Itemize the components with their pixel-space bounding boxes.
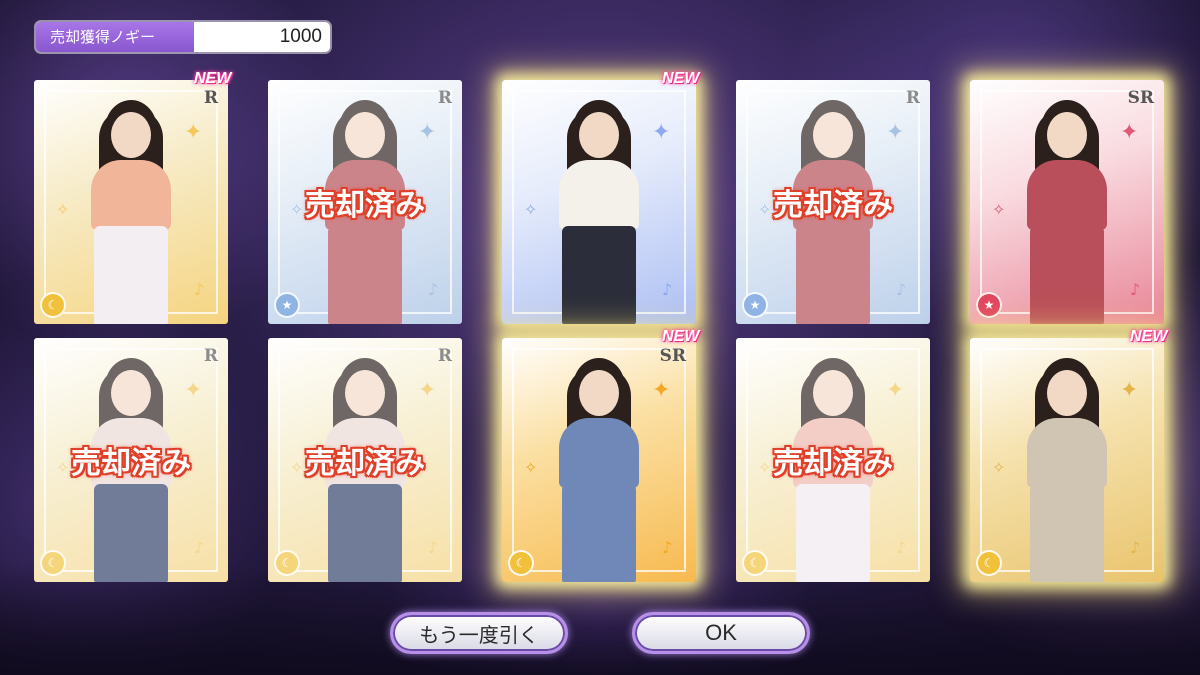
new-badge: NEW: [662, 328, 700, 345]
sparkle-icon: ✧: [992, 200, 1006, 219]
sell-gain-value: 1000: [279, 26, 322, 47]
outfit-bottom: [562, 226, 636, 324]
sold-label: 売却済み: [305, 446, 425, 481]
gacha-card[interactable]: ✦ ✧ ♪ R ★ 売却済み: [736, 80, 930, 324]
star-icon: ★: [976, 292, 1002, 318]
sold-label: 売却済み: [773, 188, 893, 223]
sparkle-icon: ✦: [1120, 378, 1139, 403]
outfit-top: [559, 160, 639, 230]
sell-gain-panel: 売却獲得ノギー 1000: [36, 22, 330, 52]
face: [1047, 370, 1087, 416]
ok-button[interactable]: OK: [632, 612, 810, 654]
gacha-card[interactable]: ✦ ✧ ♪ ☾ 売却済み: [736, 338, 930, 582]
gacha-card[interactable]: ✦ ✧ ♪ ☾: [970, 338, 1164, 582]
outfit-bottom: [562, 484, 636, 582]
music-note-icon: ♪: [1130, 280, 1141, 299]
outfit-top: [91, 160, 171, 230]
moon-icon: ☾: [508, 550, 534, 576]
rarity-label: SR: [1127, 88, 1154, 108]
member-portrait: [539, 92, 659, 324]
outfit-bottom: [94, 226, 168, 324]
sparkle-icon: ✧: [992, 458, 1006, 477]
sparkle-icon: ✧: [56, 200, 70, 219]
gacha-card[interactable]: ✦ ✧ ♪: [502, 80, 696, 324]
sold-label: 売却済み: [71, 446, 191, 481]
outfit-top: [559, 418, 639, 488]
outfit-bottom: [1030, 226, 1104, 324]
music-note-icon: ♪: [1130, 538, 1141, 557]
sparkle-icon: ✧: [524, 200, 538, 219]
gacha-card[interactable]: ✦ ✧ ♪ R ☾ 売却済み: [34, 338, 228, 582]
draw-again-button[interactable]: もう一度引く: [390, 612, 568, 654]
outfit-top: [1027, 418, 1107, 488]
music-note-icon: ♪: [194, 280, 205, 299]
new-badge: NEW: [1130, 328, 1168, 345]
face: [579, 112, 619, 158]
gacha-card[interactable]: ✦ ✧ ♪ R ☾: [34, 80, 228, 324]
sparkle-icon: ✦: [184, 120, 203, 145]
gacha-card[interactable]: ✦ ✧ ♪ R ★ 売却済み: [268, 80, 462, 324]
sold-label: 売却済み: [305, 188, 425, 223]
face: [111, 112, 151, 158]
gacha-card[interactable]: ✦ ✧ ♪ SR ☾: [502, 338, 696, 582]
new-badge: NEW: [662, 70, 700, 87]
member-portrait: [1007, 92, 1127, 324]
moon-icon: ☾: [976, 550, 1002, 576]
rarity-label: R: [203, 88, 218, 108]
gacha-card[interactable]: ✦ ✧ ♪ SR ★: [970, 80, 1164, 324]
moon-icon: ☾: [40, 292, 66, 318]
sell-gain-label: 売却獲得ノギー: [36, 22, 194, 52]
music-note-icon: ♪: [662, 538, 673, 557]
rarity-label: SR: [659, 346, 686, 366]
face: [1047, 112, 1087, 158]
sparkle-icon: ✦: [652, 378, 671, 403]
face: [579, 370, 619, 416]
sparkle-icon: ✧: [524, 458, 538, 477]
sparkle-icon: ✦: [1120, 120, 1139, 145]
sold-label: 売却済み: [773, 446, 893, 481]
new-badge: NEW: [194, 70, 232, 87]
gacha-card[interactable]: ✦ ✧ ♪ R ☾ 売却済み: [268, 338, 462, 582]
outfit-bottom: [1030, 484, 1104, 582]
outfit-top: [1027, 160, 1107, 230]
member-portrait: [1007, 350, 1127, 582]
member-portrait: [71, 92, 191, 324]
sparkle-icon: ✦: [652, 120, 671, 145]
music-note-icon: ♪: [662, 280, 673, 299]
member-portrait: [539, 350, 659, 582]
